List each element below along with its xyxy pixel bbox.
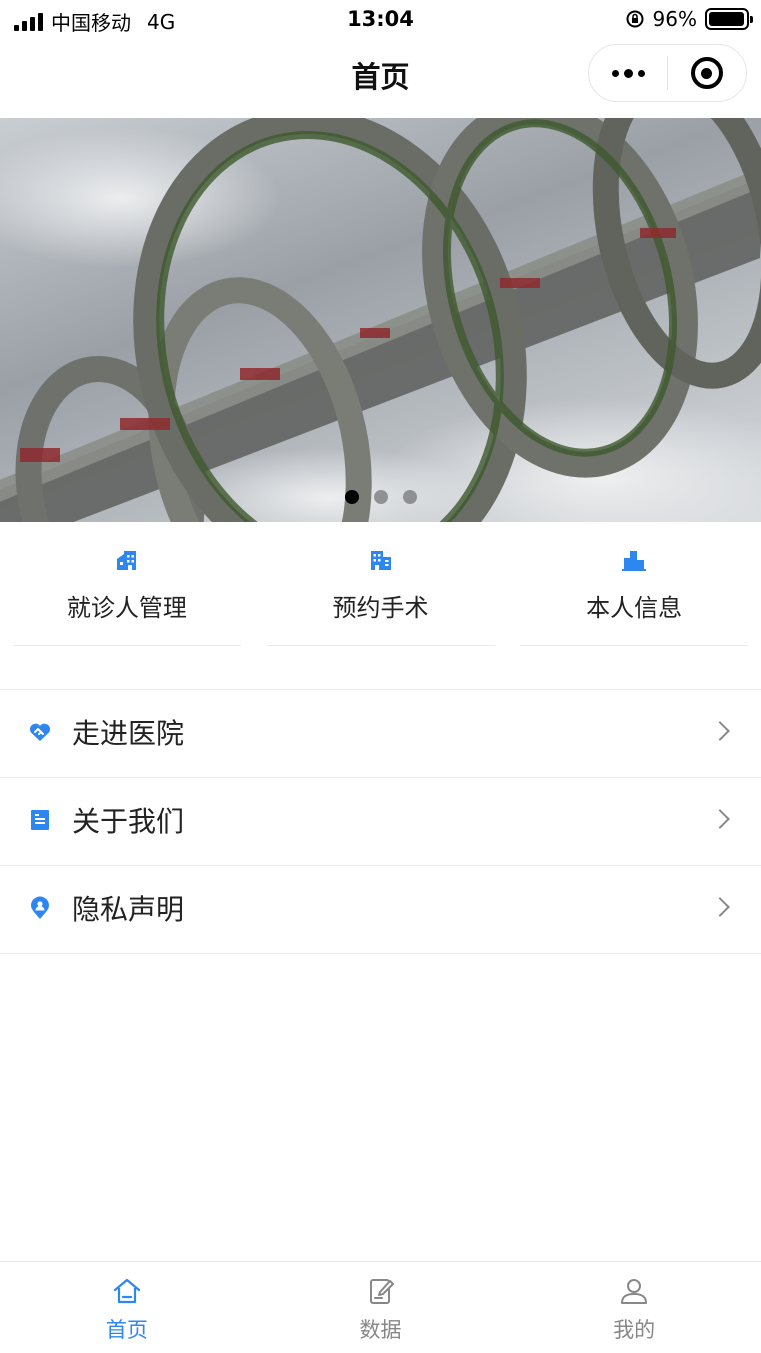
city-buildings-icon — [622, 551, 647, 571]
grid-item-book-surgery[interactable]: 预约手术 — [254, 522, 508, 648]
battery-percent: 96% — [652, 7, 697, 31]
chevron-right-icon — [710, 809, 730, 829]
menu-item-privacy-statement[interactable]: 隐私声明 — [0, 866, 761, 954]
carousel-dot[interactable] — [344, 490, 359, 504]
battery-icon — [705, 8, 753, 30]
grid-divider — [520, 645, 749, 646]
menu-list: 走进医院 关于我们 隐私声明 — [0, 689, 761, 954]
document-icon — [31, 810, 49, 830]
more-options-button[interactable] — [589, 45, 667, 101]
menu-item-label: 隐私声明 — [72, 893, 185, 926]
heart-handshake-icon — [29, 723, 51, 741]
carousel-dot[interactable] — [402, 490, 417, 504]
tab-data[interactable]: 数据 — [254, 1262, 508, 1353]
chevron-right-icon — [710, 721, 730, 741]
grid-item-label: 就诊人管理 — [66, 594, 187, 622]
grid-item-patient-management[interactable]: 就诊人管理 — [0, 522, 254, 648]
menu-item-about-hospital[interactable]: 走进医院 — [0, 690, 761, 778]
bottom-tab-bar: 首页 数据 我的 — [0, 1261, 761, 1353]
building-house-icon — [116, 551, 136, 570]
banner-carousel[interactable] — [0, 118, 761, 522]
tab-label: 数据 — [359, 1318, 402, 1342]
grid-divider — [266, 645, 495, 646]
grid-item-label: 本人信息 — [586, 594, 683, 622]
close-mini-program-button[interactable] — [668, 45, 746, 101]
office-building-icon — [370, 551, 391, 570]
tab-mine[interactable]: 我的 — [507, 1262, 761, 1353]
grid-item-label: 预约手术 — [332, 594, 429, 622]
carousel-indicators — [0, 490, 761, 504]
rotation-lock-icon — [626, 10, 644, 28]
menu-item-label: 关于我们 — [72, 805, 185, 838]
grid-item-personal-info[interactable]: 本人信息 — [507, 522, 761, 648]
tab-label: 我的 — [613, 1318, 656, 1342]
target-icon — [690, 57, 723, 89]
location-user-icon — [31, 896, 49, 919]
menu-item-label: 走进医院 — [72, 717, 185, 750]
user-icon — [621, 1279, 648, 1304]
edit-document-icon — [369, 1279, 394, 1304]
home-icon — [113, 1278, 140, 1304]
grid-divider — [12, 645, 241, 646]
chevron-right-icon — [710, 897, 730, 917]
quick-access-grid: 就诊人管理 预约手术 本人信息 — [0, 522, 761, 648]
status-bar: 中国移动 4G 13:04 96% — [0, 0, 761, 40]
banner-image — [0, 118, 761, 522]
carousel-dot[interactable] — [373, 490, 388, 504]
menu-item-about-us[interactable]: 关于我们 — [0, 778, 761, 866]
mini-program-capsule — [588, 44, 747, 102]
navigation-bar: 首页 — [0, 40, 761, 118]
tab-home[interactable]: 首页 — [0, 1262, 254, 1353]
tab-label: 首页 — [105, 1318, 148, 1342]
status-right: 96% — [625, 7, 753, 31]
